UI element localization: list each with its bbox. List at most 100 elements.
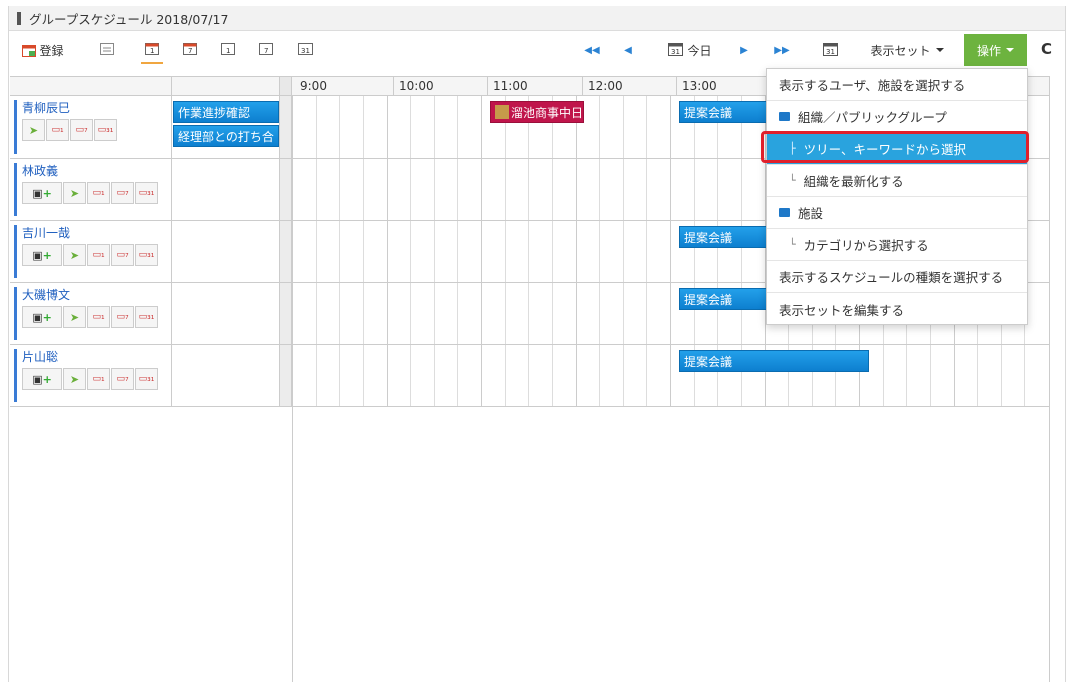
hour-label: 12:00	[588, 79, 623, 93]
time-grid-line	[316, 345, 317, 406]
add-facility-button[interactable]: ▣+	[22, 182, 62, 204]
week-view-button[interactable]: 7	[255, 36, 279, 64]
next-week-button[interactable]: ▶▶	[771, 36, 793, 64]
month-view-button[interactable]: 31	[293, 36, 321, 64]
time-grid-line	[316, 221, 317, 282]
prev-week-button[interactable]: ◀◀	[581, 36, 603, 64]
week-calendar-icon: ▭₇	[116, 250, 129, 260]
day-view-button[interactable]: 1	[217, 36, 241, 64]
time-grid-line	[883, 345, 884, 406]
user-month-button[interactable]: ▭₃₁	[135, 182, 158, 204]
user-day-button[interactable]: ▭₁	[87, 244, 110, 266]
time-grid-line	[552, 159, 553, 220]
time-grid-line	[1049, 345, 1050, 406]
user-actions: ▣+ ➤ ▭₁ ▭₇ ▭₃₁	[22, 306, 159, 328]
user-day-button[interactable]: ▭₁	[87, 368, 110, 390]
group-week-view-button[interactable]: 7	[179, 36, 203, 64]
list-view-button[interactable]	[95, 36, 119, 64]
user-day-button[interactable]: ▭₁	[87, 182, 110, 204]
menu-item-refresh-org[interactable]: └ 組織を最新化する	[767, 165, 1027, 197]
user-month-button[interactable]: ▭₃₁	[135, 368, 158, 390]
time-grid-line	[457, 159, 458, 220]
schedule-event[interactable]: 提案会議	[679, 288, 769, 310]
today-button[interactable]: 31 今日	[661, 36, 719, 64]
avatar	[495, 105, 509, 119]
add-facility-button[interactable]: ▣+	[22, 306, 62, 328]
user-name-cell: 林政義 ▣+ ➤ ▭₁ ▭₇ ▭₃₁	[10, 159, 172, 220]
menu-item-select-by-category[interactable]: └ カテゴリから選択する	[767, 229, 1027, 261]
time-grid-line	[1049, 221, 1050, 282]
time-grid-line	[906, 345, 907, 406]
date-picker-button[interactable]: 31	[817, 36, 845, 64]
add-schedule-icon	[22, 44, 37, 57]
week-view-icon: 7	[259, 42, 275, 58]
user-day-button[interactable]: ▭₁	[46, 119, 69, 141]
row-accent	[14, 163, 17, 216]
send-message-button[interactable]: ➤	[63, 182, 86, 204]
divider	[1049, 407, 1050, 682]
send-message-button[interactable]: ➤	[63, 368, 86, 390]
day-calendar-icon: ▭₁	[51, 125, 64, 135]
time-grid-line	[316, 283, 317, 344]
time-grid-line	[363, 345, 364, 406]
operation-dropdown-button[interactable]: 操作	[964, 34, 1027, 66]
schedule-event[interactable]: 提案会議	[679, 101, 769, 123]
time-grid-line	[646, 345, 647, 406]
display-set-dropdown[interactable]: 表示セット	[861, 36, 953, 64]
user-month-button[interactable]: ▭₃₁	[135, 306, 158, 328]
day-calendar-icon: ▭₁	[92, 188, 105, 198]
user-month-button[interactable]: ▭₃₁	[135, 244, 158, 266]
time-grid-line	[505, 283, 506, 344]
user-name-cell: 青柳辰巳 ➤ ▭₁ ▭₇ ▭₃₁	[10, 96, 172, 158]
month-calendar-icon: ▭₃₁	[138, 188, 155, 198]
time-grid-line	[339, 96, 340, 158]
user-day-button[interactable]: ▭₁	[87, 306, 110, 328]
prev-day-button[interactable]: ◀	[619, 36, 637, 64]
menu-item-select-schedule-types[interactable]: 表示するスケジュールの種類を選択する	[767, 261, 1027, 293]
user-name-link[interactable]: 林政義	[22, 162, 58, 179]
day-view-icon: 1	[221, 42, 237, 58]
user-week-button[interactable]: ▭₇	[111, 182, 134, 204]
send-message-button[interactable]: ➤	[63, 306, 86, 328]
day-calendar-icon: ▭₁	[92, 312, 105, 322]
user-week-button[interactable]: ▭₇	[111, 306, 134, 328]
time-grid-line	[434, 345, 435, 406]
allday-event[interactable]: 作業進捗確認	[173, 101, 279, 123]
time-grid-line	[292, 345, 293, 406]
register-button[interactable]: 登録	[17, 36, 69, 64]
menu-item-edit-display-set[interactable]: 表示セットを編集する	[767, 293, 1027, 325]
folder-icon	[779, 112, 790, 121]
add-facility-button[interactable]: ▣+	[22, 244, 62, 266]
user-name-link[interactable]: 青柳辰巳	[22, 99, 70, 116]
schedule-event[interactable]: 溜池商事中日	[490, 101, 584, 123]
user-name-link[interactable]: 片山聡	[22, 348, 58, 365]
time-grid-line	[599, 283, 600, 344]
user-week-button[interactable]: ▭₇	[70, 119, 93, 141]
add-facility-button[interactable]: ▣+	[22, 368, 62, 390]
allday-event[interactable]: 経理部との打ち合	[173, 125, 279, 147]
time-grid-line	[457, 96, 458, 158]
menu-item-facility[interactable]: 施設	[767, 197, 1027, 229]
divider	[292, 407, 293, 682]
user-week-button[interactable]: ▭₇	[111, 244, 134, 266]
refresh-icon[interactable]: C	[1041, 40, 1052, 58]
group-day-view-button[interactable]: 1	[141, 36, 165, 64]
month-calendar-icon: ▭₃₁	[138, 250, 155, 260]
schedule-event[interactable]: 提案会議	[679, 350, 869, 372]
menu-item-org-public-group[interactable]: 組織／パブリックグループ	[767, 101, 1027, 133]
next-day-button[interactable]: ▶	[735, 36, 753, 64]
menu-item-select-users-facilities[interactable]: 表示するユーザ、施設を選択する	[767, 69, 1027, 101]
time-grid-line	[930, 345, 931, 406]
toolbar: 登録 1 7 1 7 31 ◀◀ ◀ 31 今日 ▶ ▶▶ 31 表示セット 操…	[9, 32, 1065, 68]
user-name-link[interactable]: 吉川一哉	[22, 224, 70, 241]
send-message-button[interactable]: ➤	[63, 244, 86, 266]
time-grid-line	[954, 345, 955, 406]
send-message-button[interactable]: ➤	[22, 119, 45, 141]
time-grid-line	[552, 283, 553, 344]
schedule-event[interactable]: 提案会議	[679, 226, 769, 248]
user-month-button[interactable]: ▭₃₁	[94, 119, 117, 141]
user-week-button[interactable]: ▭₇	[111, 368, 134, 390]
time-grid-line	[599, 345, 600, 406]
chevron-down-icon	[1006, 48, 1014, 52]
user-name-link[interactable]: 大磯博文	[22, 286, 70, 303]
